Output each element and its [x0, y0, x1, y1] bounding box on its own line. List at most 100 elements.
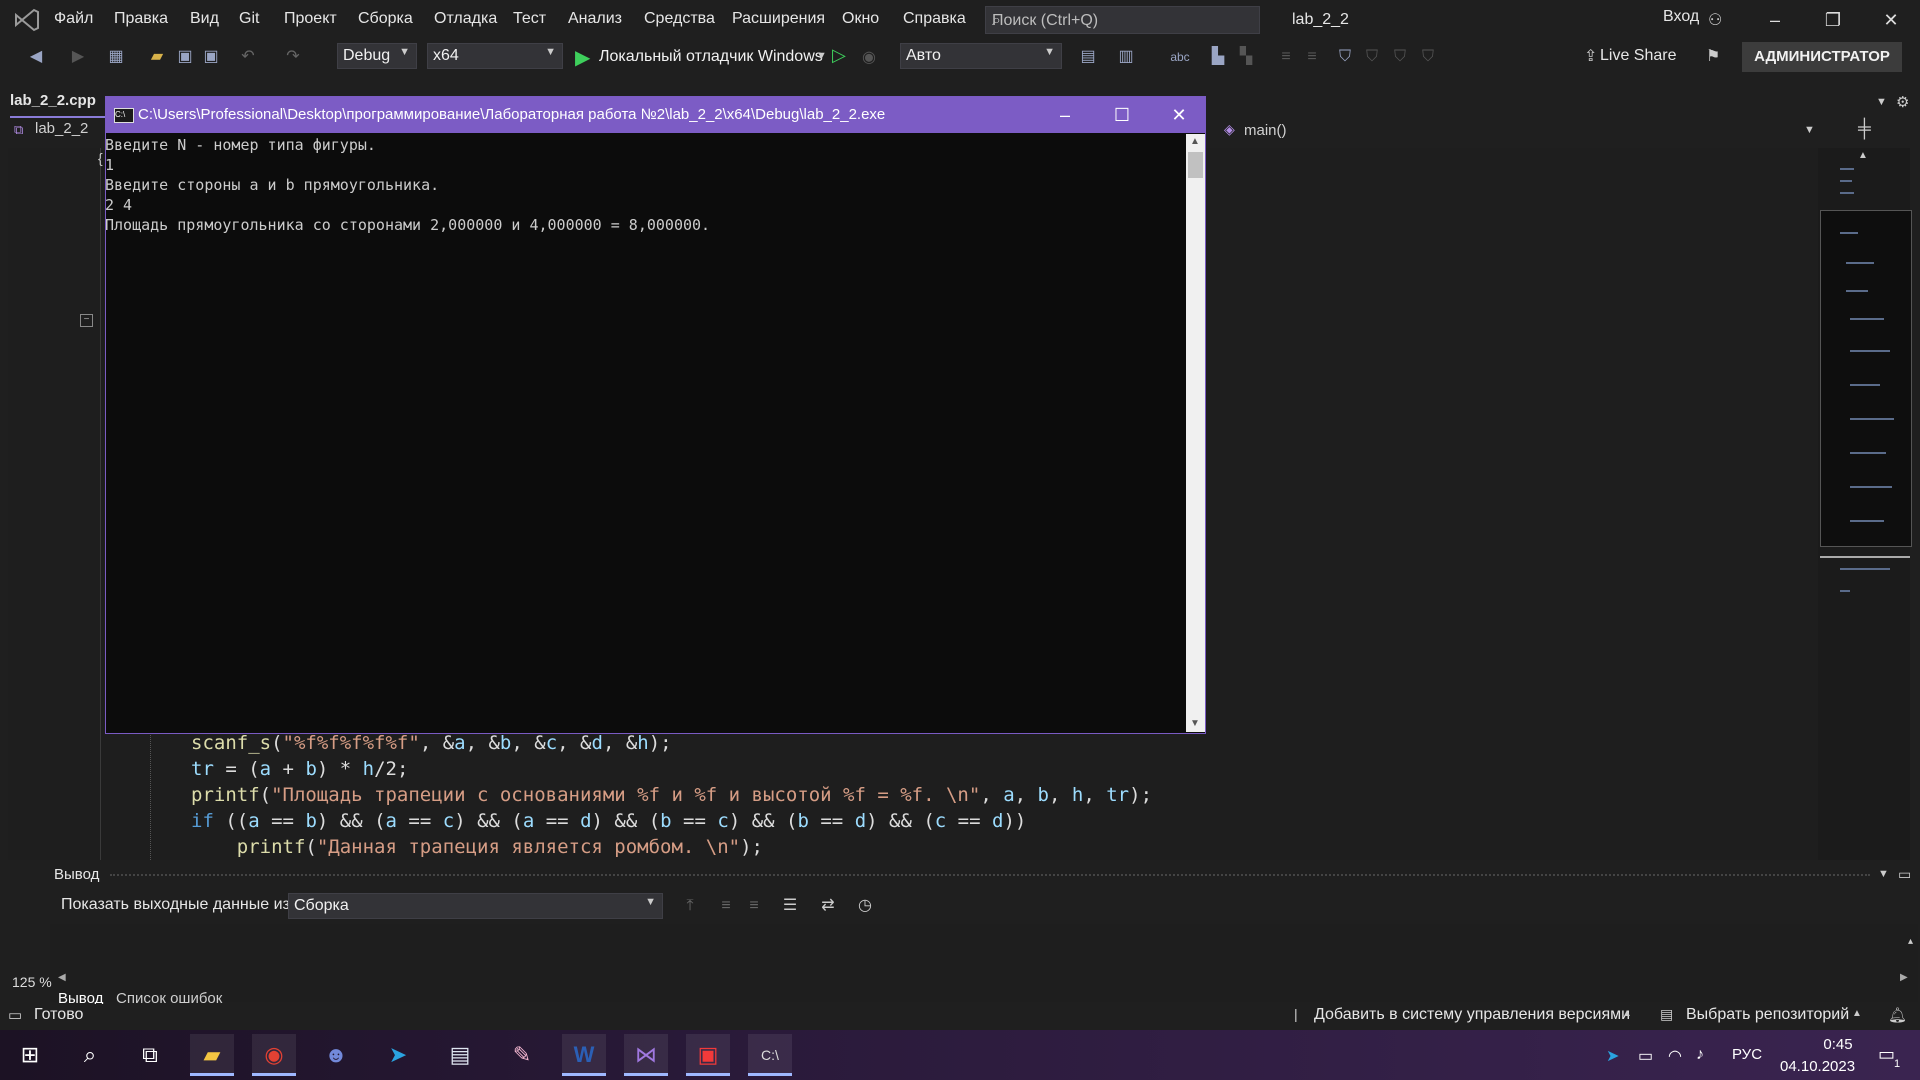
maximize-panel-icon[interactable]: ▭ [1898, 866, 1911, 883]
auto-select[interactable]: Авто ▼ [900, 43, 1062, 69]
wifi-icon[interactable]: ◠ [1668, 1046, 1682, 1066]
console-close-button[interactable]: ✕ [1150, 97, 1208, 133]
outdent-icon[interactable]: ≡ [1302, 47, 1322, 67]
chevron-up-icon[interactable]: ▲ [1852, 1008, 1862, 1019]
start-icon[interactable]: ⊞ [8, 1034, 52, 1076]
menu-tools[interactable]: Средства [644, 10, 715, 28]
notifications-icon[interactable]: 🔔︎ [1888, 1006, 1907, 1024]
minimap-viewport[interactable] [1820, 210, 1912, 547]
menu-window[interactable]: Окно [842, 10, 879, 28]
prev-bookmark-icon[interactable]: ⛉ [1362, 47, 1382, 67]
start-debug-icon[interactable]: ▶ [575, 45, 590, 70]
menu-file[interactable]: Файл [54, 10, 93, 28]
step-icon[interactable]: ▙ [1208, 47, 1228, 67]
volume-icon[interactable]: ♪ [1696, 1046, 1704, 1064]
task-view-icon[interactable]: ⧉ [128, 1034, 172, 1076]
back-icon[interactable]: ◀ [26, 47, 46, 67]
console-app-icon[interactable]: C:\ [748, 1034, 792, 1076]
clock-date[interactable]: 04.10.2023 [1780, 1058, 1855, 1075]
menu-view[interactable]: Вид [190, 10, 219, 28]
solution-explorer-icon[interactable]: ▤ [1078, 47, 1098, 67]
add-to-source-control-button[interactable]: Добавить в систему управления версиями [1314, 1006, 1630, 1024]
console-scrollbar[interactable] [1186, 134, 1205, 732]
action-center-icon[interactable]: ▭ [1878, 1044, 1895, 1065]
chevron-down-icon[interactable]: ▼ [816, 50, 827, 62]
share-icon[interactable]: ⇪ [1584, 46, 1597, 66]
menu-git[interactable]: Git [239, 10, 259, 28]
scroll-up-icon[interactable]: ▲ [1190, 136, 1200, 147]
close-button[interactable]: ✕ [1868, 6, 1914, 34]
settings-icon[interactable]: ⚙ [1896, 93, 1909, 111]
project-scope[interactable]: lab_2_2 [35, 120, 88, 137]
menu-test[interactable]: Тест [513, 10, 546, 28]
scroll-down-icon[interactable]: ▼ [1190, 718, 1200, 729]
forward-icon[interactable]: ▶ [68, 47, 88, 67]
scroll-up-icon[interactable]: ▴ [1908, 936, 1913, 947]
console-maximize-button[interactable]: ☐ [1093, 97, 1151, 133]
feedback-icon[interactable]: ⚑ [1706, 46, 1720, 66]
search-icon[interactable]: ⌕ [68, 1034, 112, 1076]
file-explorer-icon[interactable]: ▰ [190, 1034, 234, 1076]
new-project-icon[interactable]: ▦ [106, 47, 126, 67]
collapse-icon[interactable]: − [80, 314, 93, 327]
console-scroll-thumb[interactable] [1188, 152, 1203, 178]
visual-studio-icon[interactable]: ⋈ [624, 1034, 668, 1076]
save-all-icon[interactable]: ▣ [201, 47, 221, 67]
minimize-button[interactable]: – [1752, 6, 1798, 34]
clock-time[interactable]: 0:45 [1798, 1036, 1878, 1053]
maximize-button[interactable]: ❐ [1810, 6, 1856, 34]
spellcheck-icon[interactable]: abc [1170, 47, 1190, 67]
paint-icon[interactable]: ✎ [500, 1034, 544, 1076]
horizontal-scrollbar[interactable] [60, 972, 1910, 988]
menu-help[interactable]: Справка [903, 10, 966, 28]
menu-extensions[interactable]: Расширения [732, 10, 825, 28]
zoom-level[interactable]: 125 % [12, 974, 52, 990]
menu-analyze[interactable]: Анализ [568, 10, 622, 28]
login-link[interactable]: Вход [1663, 8, 1699, 26]
chevron-down-icon[interactable]: ▼ [1878, 868, 1889, 880]
next-bookmark-icon[interactable]: ⛉ [1390, 47, 1410, 67]
telegram-icon[interactable]: ➤ [376, 1034, 420, 1076]
start-without-debug-icon[interactable]: ▷ [832, 45, 846, 66]
config-select[interactable]: Debug ▼ [337, 43, 417, 69]
document-app-icon[interactable]: ▤ [438, 1034, 482, 1076]
panel-grip[interactable] [110, 874, 1870, 880]
platform-select[interactable]: x64 ▼ [427, 43, 563, 69]
next-message-icon[interactable]: ≡ [744, 896, 764, 916]
open-file-icon[interactable]: ▰ [147, 47, 167, 67]
prev-message-icon[interactable]: ≡ [716, 896, 736, 916]
hot-reload-icon[interactable]: ◉ [862, 47, 876, 67]
chrome-icon[interactable]: ◉ [252, 1034, 296, 1076]
find-message-icon[interactable]: ⤒ [680, 896, 700, 916]
output-text-area[interactable] [50, 924, 1918, 1002]
search-input[interactable]: Поиск (Ctrl+Q) ⌕ [985, 6, 1260, 34]
save-icon[interactable]: ▣ [175, 47, 195, 67]
menu-project[interactable]: Проект [284, 10, 337, 28]
app-icon[interactable]: ▣ [686, 1034, 730, 1076]
debugger-button[interactable]: Локальный отладчик Windows [599, 48, 823, 66]
clear-bookmarks-icon[interactable]: ⛉ [1418, 47, 1438, 67]
output-source-select[interactable]: Сборка ▼ [288, 893, 663, 919]
scroll-right-icon[interactable]: ▶ [1900, 972, 1908, 983]
select-repository-button[interactable]: Выбрать репозиторий [1686, 1006, 1849, 1024]
format-icon[interactable]: ▚ [1236, 47, 1256, 67]
chevron-down-icon[interactable]: ▼ [1804, 124, 1815, 136]
account-icon[interactable]: ⚇ [1708, 10, 1722, 30]
menu-build[interactable]: Сборка [358, 10, 413, 28]
live-share-button[interactable]: Live Share [1600, 47, 1677, 65]
menu-debug[interactable]: Отладка [434, 10, 497, 28]
window-layout-icon[interactable]: ▥ [1116, 47, 1136, 67]
tab-list-icon[interactable]: ▼ [1876, 96, 1887, 108]
console-title-bar[interactable]: C:\ C:\Users\Professional\Desktop\програ… [106, 97, 1205, 133]
menu-edit[interactable]: Правка [114, 10, 168, 28]
admin-badge[interactable]: АДМИНИСТРАТОР [1742, 42, 1902, 72]
bookmark-icon[interactable]: ⛉ [1335, 47, 1355, 67]
clock-icon[interactable]: ◷ [855, 896, 875, 916]
indent-icon[interactable]: ≡ [1276, 47, 1296, 67]
battery-icon[interactable]: ▭ [1638, 1046, 1653, 1066]
scroll-up-icon[interactable]: ▲ [1858, 150, 1868, 161]
member-dropdown[interactable]: main() [1212, 118, 1812, 144]
telegram-tray-icon[interactable]: ➤ [1606, 1046, 1619, 1066]
chevron-up-icon[interactable]: ▲ [1622, 1008, 1632, 1019]
split-icon[interactable]: ╪ [1858, 118, 1871, 139]
